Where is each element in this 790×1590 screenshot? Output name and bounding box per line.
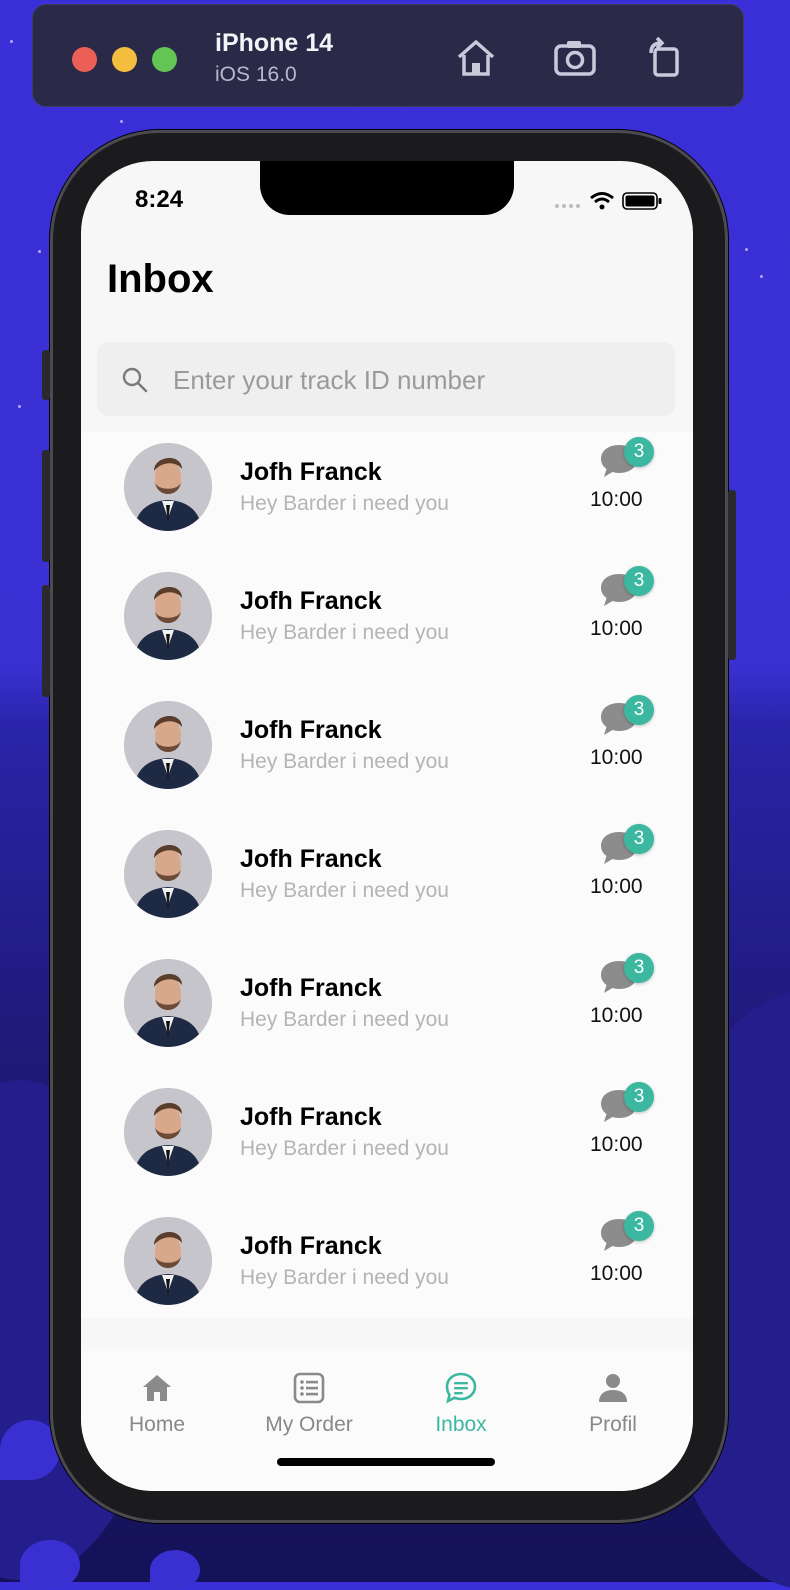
volume-up-button <box>42 450 50 562</box>
message-time: 10:00 <box>590 488 643 511</box>
unread-badge: 3 <box>624 695 654 725</box>
avatar-image <box>124 830 212 918</box>
avatar <box>124 830 212 918</box>
message-preview: Hey Barder i need you <box>240 1266 449 1289</box>
contact-name: Jofh Franck <box>240 974 382 1002</box>
phone-screen: 8:24 Inbox Jofh Franck Hey Barder i need … <box>81 161 693 1491</box>
message-time: 10:00 <box>590 1004 643 1027</box>
message-preview: Hey Barder i need you <box>240 492 449 515</box>
tab-bar: Home My Order Inbox Profil <box>81 1351 693 1491</box>
wifi-icon <box>590 192 614 210</box>
tab-my-order[interactable]: My Order <box>244 1371 374 1437</box>
chat-icon <box>445 1372 477 1404</box>
rotate-icon[interactable] <box>641 35 687 81</box>
os-version: iOS 16.0 <box>215 63 297 86</box>
avatar <box>124 1217 212 1305</box>
simulator-toolbar: iPhone 14 iOS 16.0 <box>32 4 744 107</box>
unread-badge: 3 <box>624 1211 654 1241</box>
minimize-window-button[interactable] <box>112 47 137 72</box>
notch <box>260 161 514 215</box>
conversation-row[interactable]: Jofh Franck Hey Barder i need you 3 10:00 <box>81 819 693 948</box>
conversation-row[interactable]: Jofh Franck Hey Barder i need you 3 10:00 <box>81 1206 693 1318</box>
tab-label: My Order <box>265 1413 353 1436</box>
avatar-image <box>124 959 212 1047</box>
conversation-row[interactable]: Jofh Franck Hey Barder i need you 3 10:00 <box>81 948 693 1077</box>
screenshot-icon[interactable] <box>552 35 598 81</box>
tab-home[interactable]: Home <box>92 1371 222 1437</box>
avatar <box>124 701 212 789</box>
message-time: 10:00 <box>590 1262 643 1285</box>
avatar <box>124 959 212 1047</box>
avatar <box>124 1088 212 1176</box>
avatar-image <box>124 1217 212 1305</box>
avatar <box>124 443 212 531</box>
contact-name: Jofh Franck <box>240 1232 382 1260</box>
conversation-list: Jofh Franck Hey Barder i need you 3 10:00 Jo… <box>81 432 693 1318</box>
volume-down-button <box>42 585 50 697</box>
signal-icon <box>555 204 580 208</box>
search-input[interactable] <box>171 342 655 418</box>
contact-name: Jofh Franck <box>240 458 382 486</box>
list-icon <box>293 1372 325 1404</box>
tab-inbox[interactable]: Inbox <box>396 1371 526 1437</box>
home-icon <box>143 1375 171 1401</box>
contact-name: Jofh Franck <box>240 587 382 615</box>
tab-label: Home <box>128 1413 186 1436</box>
avatar-image <box>124 701 212 789</box>
close-window-button[interactable] <box>72 47 97 72</box>
page-title: Inbox <box>107 257 214 301</box>
home-icon[interactable] <box>453 35 499 81</box>
device-name: iPhone 14 <box>215 29 334 57</box>
zoom-window-button[interactable] <box>152 47 177 72</box>
unread-badge: 3 <box>624 953 654 983</box>
tab-profil[interactable]: Profil <box>548 1371 678 1437</box>
conversation-row[interactable]: Jofh Franck Hey Barder i need you 3 10:00 <box>81 432 693 561</box>
person-icon <box>599 1374 627 1402</box>
conversation-row[interactable]: Jofh Franck Hey Barder i need you 3 10:00 <box>81 1077 693 1206</box>
message-preview: Hey Barder i need you <box>240 621 449 644</box>
avatar-image <box>124 1088 212 1176</box>
tab-label: Inbox <box>435 1413 487 1436</box>
message-preview: Hey Barder i need you <box>240 1137 449 1160</box>
unread-badge: 3 <box>624 437 654 467</box>
battery-icon <box>622 192 662 210</box>
tab-label: Profil <box>589 1413 637 1436</box>
message-time: 10:00 <box>590 617 643 640</box>
contact-name: Jofh Franck <box>240 716 382 744</box>
search-icon <box>122 367 148 393</box>
power-button <box>728 490 736 660</box>
home-indicator <box>277 1458 495 1466</box>
mute-switch <box>42 350 50 400</box>
contact-name: Jofh Franck <box>240 845 382 873</box>
contact-name: Jofh Franck <box>240 1103 382 1131</box>
unread-badge: 3 <box>624 566 654 596</box>
conversation-row[interactable]: Jofh Franck Hey Barder i need you 3 10:00 <box>81 690 693 819</box>
message-preview: Hey Barder i need you <box>240 750 449 773</box>
conversation-row[interactable]: Jofh Franck Hey Barder i need you 3 10:00 <box>81 561 693 690</box>
message-preview: Hey Barder i need you <box>240 1008 449 1031</box>
message-time: 10:00 <box>590 1133 643 1156</box>
status-time: 8:24 <box>135 186 184 213</box>
avatar-image <box>124 443 212 531</box>
unread-badge: 3 <box>624 1082 654 1112</box>
status-icons <box>555 192 662 210</box>
message-time: 10:00 <box>590 746 643 769</box>
search-bar <box>97 342 675 418</box>
message-preview: Hey Barder i need you <box>240 879 449 902</box>
unread-badge: 3 <box>624 824 654 854</box>
avatar <box>124 572 212 660</box>
avatar-image <box>124 572 212 660</box>
message-time: 10:00 <box>590 875 643 898</box>
